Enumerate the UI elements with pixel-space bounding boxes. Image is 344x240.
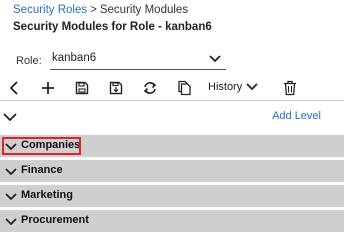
chevron-down-icon bbox=[209, 55, 221, 63]
role-field: Role: kanban6 bbox=[13, 50, 226, 72]
list-header: Add Level bbox=[0, 106, 344, 128]
page-title: Security Modules for Role - kanban6 bbox=[13, 21, 212, 33]
module-list: Companies Finance Marketing Procurement bbox=[0, 135, 344, 235]
save-button[interactable] bbox=[72, 80, 92, 98]
chevron-down-icon bbox=[5, 193, 17, 201]
save-icon bbox=[75, 81, 89, 95]
chevron-down-icon bbox=[5, 168, 17, 176]
save-as-icon bbox=[109, 81, 123, 95]
role-value: kanban6 bbox=[52, 52, 97, 64]
selection-highlight bbox=[2, 137, 81, 155]
history-label: History bbox=[208, 81, 243, 93]
breadcrumb: Security Roles > Security Modules bbox=[13, 3, 188, 17]
refresh-button[interactable] bbox=[140, 80, 160, 98]
module-row-companies[interactable]: Companies bbox=[0, 135, 344, 157]
toolbar: History bbox=[0, 78, 344, 101]
breadcrumb-separator: > bbox=[90, 4, 97, 16]
role-label: Role: bbox=[16, 55, 42, 67]
delete-button[interactable] bbox=[280, 80, 300, 98]
module-row-marketing[interactable]: Marketing bbox=[0, 185, 344, 207]
module-row-finance[interactable]: Finance bbox=[0, 160, 344, 182]
breadcrumb-current: Security Modules bbox=[99, 4, 189, 16]
delete-icon bbox=[284, 80, 296, 96]
save-as-button[interactable] bbox=[106, 80, 126, 98]
back-icon bbox=[9, 81, 18, 95]
role-select[interactable]: kanban6 bbox=[50, 50, 226, 70]
back-button[interactable] bbox=[4, 80, 24, 98]
copy-icon bbox=[178, 80, 191, 96]
module-label: Marketing bbox=[21, 189, 73, 201]
expand-all-chevron-icon[interactable] bbox=[2, 110, 18, 124]
chevron-down-icon bbox=[246, 83, 258, 91]
add-icon bbox=[42, 82, 54, 94]
copy-button[interactable] bbox=[174, 80, 194, 98]
add-level-link[interactable]: Add Level bbox=[272, 110, 321, 122]
breadcrumb-security-roles-link[interactable]: Security Roles bbox=[13, 4, 87, 16]
module-row-procurement[interactable]: Procurement bbox=[0, 210, 344, 232]
chevron-down-icon bbox=[5, 218, 17, 226]
module-label: Procurement bbox=[21, 214, 89, 226]
refresh-icon bbox=[143, 82, 157, 94]
history-button[interactable]: History bbox=[208, 81, 258, 97]
add-button[interactable] bbox=[38, 80, 58, 98]
module-label: Finance bbox=[21, 164, 63, 176]
